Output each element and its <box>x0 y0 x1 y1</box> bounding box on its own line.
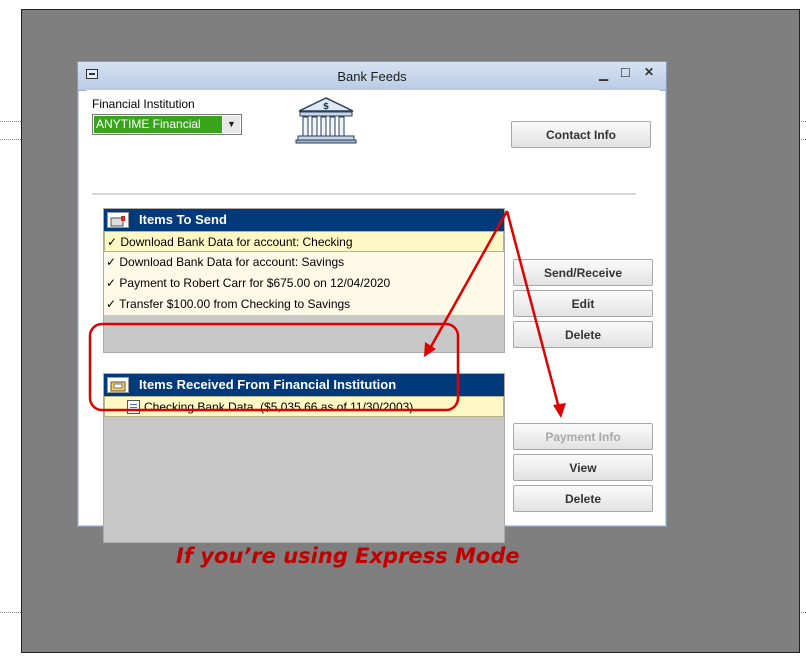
list-item[interactable]: ✓ Transfer $100.00 from Checking to Savi… <box>104 294 504 315</box>
financial-institution-dropdown[interactable]: ANYTIME Financial ▼ <box>92 114 242 135</box>
items-received-title: Items Received From Financial Institutio… <box>139 377 397 392</box>
document-icon <box>127 400 140 414</box>
window-title: Bank Feeds <box>337 69 407 84</box>
bank-feeds-window: Bank Feeds ▁ ☐ ✕ Financial Institution A… <box>77 61 667 543</box>
view-button[interactable]: View <box>513 454 653 481</box>
contact-info-button[interactable]: Contact Info <box>511 121 651 148</box>
title-bar[interactable]: Bank Feeds ▁ ☐ ✕ <box>78 62 666 91</box>
items-to-send-title: Items To Send <box>139 212 227 227</box>
payment-info-button[interactable]: Payment Info <box>513 423 653 450</box>
contact-info-label: Contact Info <box>546 128 616 142</box>
mailbox-icon <box>107 212 129 228</box>
page-dotted-line <box>0 612 21 613</box>
items-received-header: Items Received From Financial Institutio… <box>104 374 504 396</box>
express-mode-caption: If you’re using Express Mode <box>176 544 520 568</box>
delete-received-button[interactable]: Delete <box>513 485 653 512</box>
items-received-panel: Items Received From Financial Institutio… <box>103 373 505 543</box>
items-to-send-header: Items To Send <box>104 209 504 231</box>
items-to-send-panel: Items To Send ✓ Download Bank Data for a… <box>103 208 505 353</box>
bank-building-icon: $ <box>295 97 357 144</box>
send-receive-button[interactable]: Send/Receive <box>513 259 653 286</box>
page-dotted-line <box>0 139 21 140</box>
financial-institution-value[interactable]: ANYTIME Financial <box>94 116 222 133</box>
maximize-icon[interactable]: ☐ <box>620 66 631 80</box>
list-item[interactable]: ✓ Download Bank Data for account: Saving… <box>104 252 504 273</box>
list-item[interactable]: ✓ Payment to Robert Carr for $675.00 on … <box>104 273 504 294</box>
svg-text:$: $ <box>323 102 329 112</box>
separator-line <box>92 193 636 195</box>
edit-button[interactable]: Edit <box>513 290 653 317</box>
list-item[interactable]: ✓ Download Bank Data for account: Checki… <box>104 231 504 252</box>
close-icon[interactable]: ✕ <box>644 65 654 79</box>
minimize-icon[interactable]: ▁ <box>599 67 608 81</box>
list-item[interactable]: Checking Bank Data. ($5,035.66 as of 11/… <box>104 396 504 417</box>
window-content: Financial Institution ANYTIME Financial … <box>86 90 660 543</box>
page-dotted-line <box>0 121 21 122</box>
dropdown-arrow-icon[interactable]: ▼ <box>223 116 240 133</box>
delete-send-button[interactable]: Delete <box>513 321 653 348</box>
financial-institution-label: Financial Institution <box>92 97 195 111</box>
received-item-text: Checking Bank Data. ($5,035.66 as of 11/… <box>144 400 414 414</box>
inbox-icon <box>107 377 129 393</box>
